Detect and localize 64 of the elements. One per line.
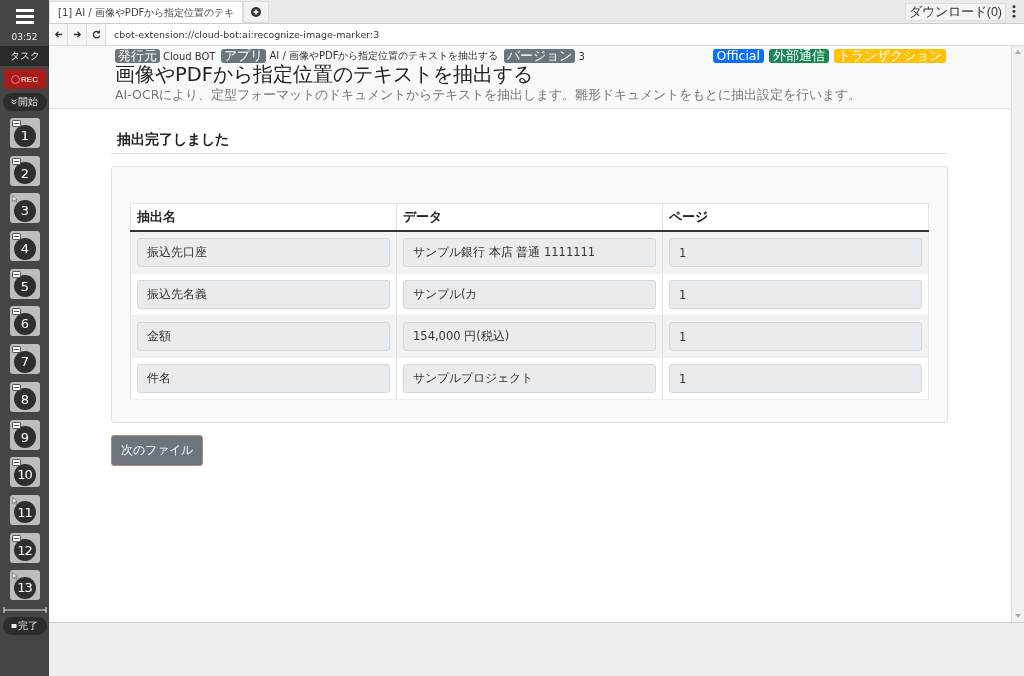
cursor-icon [11, 572, 18, 581]
step-button[interactable]: 10 [9, 457, 40, 488]
status-badge: トランザクション [834, 49, 946, 63]
new-tab-icon[interactable] [243, 1, 270, 23]
section-title: 抽出完了しました [111, 131, 948, 154]
step-button[interactable]: 13 [9, 570, 40, 601]
cursor-icon [11, 496, 18, 505]
address-field[interactable]: cbot-extension://cloud-bot:ai:recognize-image-marker:3 [106, 24, 1024, 45]
cursor-icon [11, 195, 18, 204]
form-icon [11, 459, 21, 467]
readonly-field: サンプルプロジェクト [403, 364, 656, 393]
page-description: AI-OCRにより、定型フォーマットのドキュメントからテキストを抽出します。雛形ドキュメントをもとに抽出設定を行います。 [115, 87, 863, 104]
next-file-button[interactable]: 次のファイル [111, 435, 203, 466]
step-button[interactable]: 11 [9, 494, 40, 525]
start-button[interactable]: 開始 [2, 93, 47, 111]
readonly-field: 1 [669, 238, 922, 267]
meta-tag: バージョン [504, 49, 576, 63]
step-button[interactable]: 9 [9, 419, 40, 450]
end-button[interactable]: 完了 [2, 616, 47, 635]
status-badge: Official [712, 49, 764, 63]
range-line-icon [2, 606, 47, 613]
meta-tag: 発行元 [115, 49, 160, 63]
meta-value: 3 [578, 50, 585, 62]
form-icon [11, 233, 21, 241]
meta-tag: アプリ [221, 49, 267, 63]
readonly-field: サンプル銀行 本店 普通 1111111 [403, 238, 656, 267]
stop-icon [11, 622, 17, 629]
form-icon [11, 534, 21, 542]
form-icon [11, 421, 21, 429]
browser-tab[interactable]: [1] AI / 画像やPDFから指定位置のテキ [49, 1, 244, 23]
meta-value: AI / 画像やPDFから指定位置のテキストを抽出する [269, 49, 499, 63]
form-icon [11, 120, 21, 127]
readonly-field: 振込先口座 [137, 238, 390, 267]
step-button[interactable]: 6 [9, 306, 40, 337]
step-button[interactable]: 3 [9, 193, 40, 224]
more-icon[interactable] [1012, 5, 1016, 18]
meta-value: Cloud BOT [163, 50, 216, 62]
form-icon [11, 308, 21, 316]
double-chevron-icon [11, 99, 17, 105]
readonly-field: 154,000 円(税込) [403, 322, 656, 351]
download-button[interactable]: ダウンロード(0) [904, 2, 1006, 21]
readonly-field: 1 [669, 322, 922, 351]
readonly-field: サンプル(カ [403, 280, 656, 309]
readonly-field: 金額 [137, 322, 390, 351]
readonly-field: 1 [669, 364, 922, 393]
timer: 03:52 [11, 32, 38, 44]
step-button[interactable]: 7 [9, 344, 40, 375]
form-icon [11, 270, 21, 278]
step-button[interactable]: 5 [9, 268, 40, 299]
status-badge: 外部通信 [769, 49, 829, 63]
step-button[interactable]: 2 [9, 155, 40, 186]
step-button[interactable]: 12 [9, 532, 40, 563]
form-icon [11, 346, 21, 354]
readonly-field: 1 [669, 280, 922, 309]
step-button[interactable]: 4 [9, 231, 40, 262]
form-icon [11, 383, 21, 391]
step-button[interactable]: 8 [9, 381, 40, 412]
rec-button[interactable]: REC [3, 69, 46, 89]
readonly-field: 振込先名義 [137, 280, 390, 309]
page-title: 画像やPDFから指定位置のテキストを抽出する [115, 63, 534, 87]
form-icon [11, 157, 21, 165]
task-button[interactable]: タスク [0, 46, 49, 66]
step-button[interactable]: 1 [9, 118, 40, 148]
readonly-field: 件名 [137, 364, 390, 393]
